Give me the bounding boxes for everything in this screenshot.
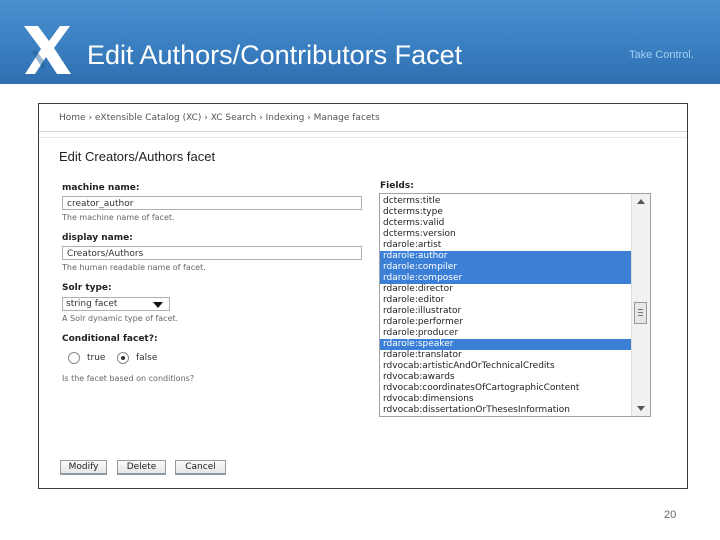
conditional-true-label: true <box>87 353 106 363</box>
scroll-down-icon[interactable] <box>637 406 645 411</box>
divider <box>39 131 687 132</box>
fields-option[interactable]: rdarole:composer <box>380 273 632 284</box>
slide-title: Edit Authors/Contributors Facet <box>87 40 463 70</box>
fields-label: Fields: <box>380 181 414 191</box>
fields-option[interactable]: rdvocab:dissertationOrThesesInformation <box>380 405 632 416</box>
fields-option[interactable]: rdarole:speaker <box>380 339 632 350</box>
fields-option[interactable]: rdarole:director <box>380 284 632 295</box>
modify-button[interactable]: Modify <box>60 460 107 475</box>
display-name-input[interactable]: Creators/Authors <box>62 246 362 260</box>
form-title: Edit Creators/Authors facet <box>59 149 216 164</box>
machine-name-help: The machine name of facet. <box>62 213 175 222</box>
fields-option[interactable]: rdarole:producer <box>380 328 632 339</box>
tagline: Take Control. <box>629 49 694 61</box>
scroll-up-icon[interactable] <box>637 199 645 204</box>
conditional-false-label: false <box>136 353 158 363</box>
fields-option[interactable]: dcterms:title <box>380 196 632 207</box>
solr-type-help: A Solr dynamic type of facet. <box>62 314 179 323</box>
delete-button[interactable]: Delete <box>117 460 166 475</box>
page-number: 20 <box>664 509 677 521</box>
fields-option[interactable]: rdvocab:awards <box>380 372 632 383</box>
solr-type-value: string facet <box>66 299 118 309</box>
fields-option[interactable]: rdvocab:artisticAndOrTechnicalCredits <box>380 361 632 372</box>
xc-logo-icon <box>24 26 71 74</box>
dropdown-arrow-icon <box>153 302 163 308</box>
fields-option[interactable]: rdarole:translator <box>380 350 632 361</box>
display-name-help: The human readable name of facet. <box>62 263 206 272</box>
fields-option[interactable]: dcterms:type <box>380 207 632 218</box>
solr-type-select[interactable]: string facet <box>62 297 170 311</box>
scroll-thumb-grip-icon[interactable] <box>634 302 647 324</box>
machine-name-input[interactable]: creator_author <box>62 196 362 210</box>
fields-option[interactable]: rdvocab:coordinatesOfCartographicContent <box>380 383 632 394</box>
fields-options: dcterms:title dcterms:type dcterms:valid dc… <box>380 196 632 416</box>
conditional-false-radio[interactable] <box>117 352 129 364</box>
breadcrumb[interactable]: Home › eXtensible Catalog (XC) › XC Sear… <box>59 113 380 123</box>
screenshot-frame: Home › eXtensible Catalog (XC) › XC Sear… <box>38 103 688 489</box>
fields-option[interactable]: rdarole:editor <box>380 295 632 306</box>
title-banner: Edit Authors/Contributors Facet Take Con… <box>0 0 720 84</box>
divider <box>39 137 687 138</box>
solr-type-label: Solr type: <box>62 283 112 293</box>
machine-name-label: machine name: <box>62 183 140 193</box>
fields-option[interactable]: rdarole:illustrator <box>380 306 632 317</box>
display-name-label: display name: <box>62 233 133 243</box>
fields-option[interactable]: rdvocab:dimensions <box>380 394 632 405</box>
conditional-true-radio[interactable] <box>68 352 80 364</box>
fields-option[interactable]: rdarole:compiler <box>380 262 632 273</box>
conditional-facet-label: Conditional facet?: <box>62 334 158 344</box>
cancel-button[interactable]: Cancel <box>175 460 226 475</box>
conditional-facet-help: Is the facet based on conditions? <box>62 374 195 383</box>
fields-option[interactable]: rdarole:artist <box>380 240 632 251</box>
fields-listbox[interactable]: dcterms:title dcterms:type dcterms:valid dc… <box>379 193 651 417</box>
fields-scrollbar[interactable] <box>631 194 650 416</box>
fields-option[interactable]: rdarole:author <box>380 251 632 262</box>
fields-option[interactable]: rdarole:performer <box>380 317 632 328</box>
fields-option[interactable]: dcterms:version <box>380 229 632 240</box>
fields-option[interactable]: dcterms:valid <box>380 218 632 229</box>
